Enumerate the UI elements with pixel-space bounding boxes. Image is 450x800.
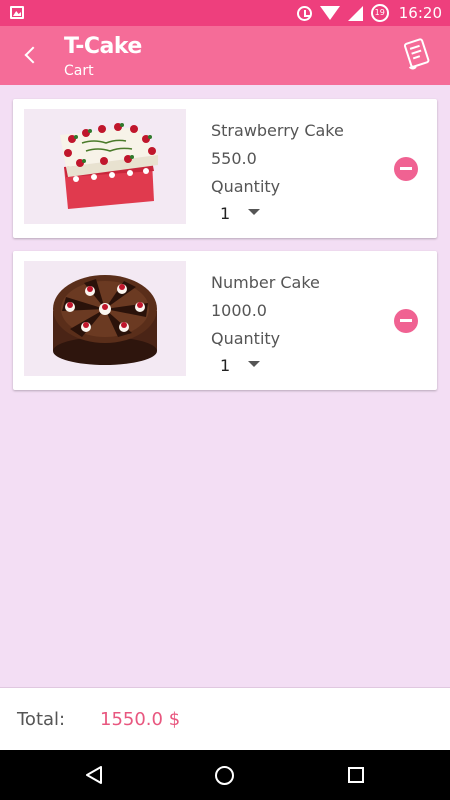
item-price: 550.0: [211, 149, 257, 168]
status-time: 16:20: [398, 4, 442, 22]
battery-icon: 19: [370, 4, 389, 22]
status-icons: 19 16:20: [296, 0, 442, 26]
navigation-bar: [0, 750, 450, 800]
image-icon: [10, 6, 24, 19]
total-value: 1550.0 $: [100, 709, 181, 730]
dropdown-arrow-icon: [248, 209, 260, 215]
nav-home-icon[interactable]: [215, 766, 234, 785]
dropdown-arrow-icon: [248, 361, 260, 367]
item-price: 1000.0: [211, 301, 267, 320]
remove-item-button[interactable]: [394, 157, 418, 181]
alarm-icon: [296, 5, 312, 21]
order-list-icon[interactable]: [402, 38, 432, 70]
strawberry-cake-image: [24, 109, 186, 224]
app-bar: T-Cake Cart: [0, 26, 450, 85]
page-subtitle: Cart: [64, 63, 94, 79]
total-bar: Total: 1550.0 $: [0, 687, 450, 750]
nav-recents-icon[interactable]: [348, 767, 364, 783]
quantity-label: Quantity: [211, 177, 281, 196]
quantity-value: 1: [220, 356, 231, 375]
quantity-label: Quantity: [211, 329, 281, 348]
item-name: Number Cake: [211, 273, 320, 292]
remove-item-button[interactable]: [394, 309, 418, 333]
quantity-dropdown[interactable]: 1: [218, 354, 268, 375]
signal-icon: [347, 5, 363, 21]
item-name: Strawberry Cake: [211, 121, 344, 140]
chocolate-cake-image: [24, 261, 186, 376]
total-label: Total:: [17, 709, 66, 730]
quantity-value: 1: [220, 204, 231, 223]
wifi-icon: [319, 6, 340, 20]
status-bar: 19 16:20: [0, 0, 450, 26]
cart-item: Number Cake 1000.0 Quantity 1: [13, 251, 437, 390]
back-arrow-icon[interactable]: [23, 45, 39, 65]
nav-back-icon[interactable]: [85, 766, 103, 784]
page-title: T-Cake: [64, 34, 142, 59]
quantity-dropdown[interactable]: 1: [218, 202, 268, 223]
cart-item: Strawberry Cake 550.0 Quantity 1: [13, 99, 437, 238]
cart-list: Strawberry Cake 550.0 Quantity 1 Number …: [13, 99, 437, 403]
